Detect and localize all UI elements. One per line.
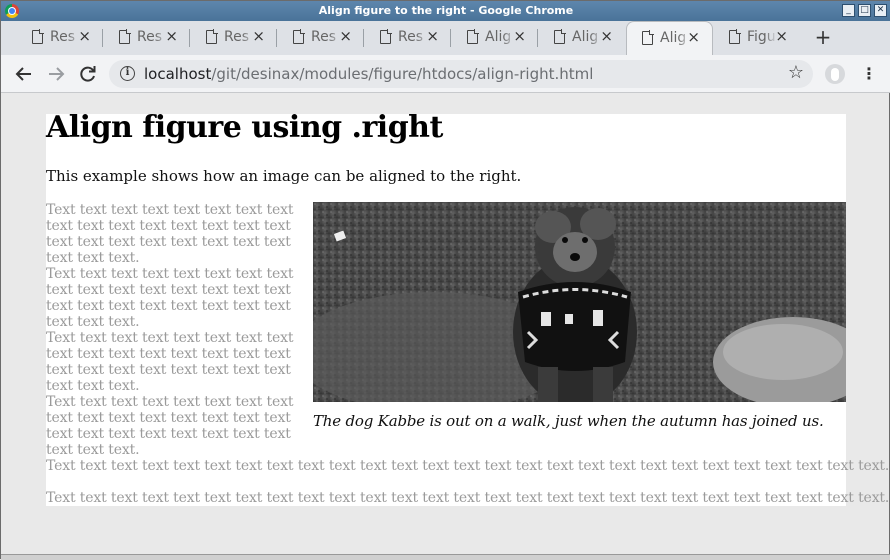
star-icon[interactable]: ☆ [788, 62, 804, 83]
close-tab-icon[interactable]: × [426, 27, 439, 45]
page-icon [293, 29, 305, 44]
window-bottom-edge [1, 554, 890, 560]
tab-2[interactable]: Res × [104, 21, 190, 55]
tab-4[interactable]: Res × [278, 21, 364, 55]
arrow-right-icon [49, 67, 65, 81]
arrow-left-icon [15, 67, 31, 81]
kebab-menu-icon[interactable]: ⋮ [861, 63, 877, 85]
page-content: Align figure using .right This example s… [46, 110, 890, 506]
window-title: Align figure to the right - Google Chrom… [318, 4, 574, 17]
filler-paragraph: Text text text text text text text text … [46, 330, 294, 394]
site-info-icon[interactable]: i [120, 66, 135, 81]
maximize-button[interactable]: □ [858, 4, 871, 17]
close-tab-icon[interactable]: × [513, 27, 526, 45]
tab-separator [189, 29, 190, 47]
filler-paragraph: Text text text text text text text text … [46, 458, 890, 474]
close-tab-icon[interactable]: × [687, 28, 700, 46]
tab-separator [537, 29, 538, 47]
browser-window: Align figure to the right - Google Chrom… [0, 0, 890, 560]
close-tab-icon[interactable]: × [339, 27, 352, 45]
new-tab-button[interactable]: + [813, 26, 833, 48]
close-window-button[interactable]: ✕ [874, 4, 887, 17]
page-icon [380, 29, 392, 44]
minimize-button[interactable]: _ [842, 4, 855, 17]
tab-1[interactable]: Res × [17, 21, 103, 55]
close-tab-icon[interactable]: × [252, 27, 265, 45]
page-viewport: Align figure using .right This example s… [2, 94, 889, 554]
close-tab-icon[interactable]: × [78, 27, 91, 45]
tab-separator [450, 29, 451, 47]
profile-avatar-icon[interactable] [825, 64, 845, 84]
tab-label: Alig [660, 30, 687, 46]
close-tab-icon[interactable]: × [600, 27, 613, 45]
url-text[interactable]: localhost/git/desinax/modules/figure/htd… [144, 65, 593, 83]
address-bar[interactable]: i localhost/git/desinax/modules/figure/h… [109, 60, 813, 88]
page-icon [119, 29, 131, 44]
figure-caption: The dog Kabbe is out on a walk, just whe… [313, 412, 824, 430]
tab-label: Figu [747, 29, 776, 45]
tab-3[interactable]: Res × [191, 21, 277, 55]
figure-right: The dog Kabbe is out on a walk, just whe… [313, 202, 846, 430]
page-icon [642, 30, 654, 45]
tab-label: Res [311, 29, 337, 45]
tab-label: Res [398, 29, 424, 45]
url-path: /git/desinax/modules/figure/htdocs/align… [211, 65, 594, 83]
reload-icon [80, 66, 96, 82]
page-icon [32, 29, 44, 44]
page-icon [206, 29, 218, 44]
tab-strip: Res × Res × Res × Res × Res × Alig × Ali… [1, 21, 890, 55]
filler-paragraph: Text text text text text text text text … [46, 490, 890, 506]
tab-label: Alig [572, 29, 599, 45]
tab-6[interactable]: Alig × [452, 21, 538, 55]
forward-button[interactable] [45, 63, 67, 85]
tab-separator [276, 29, 277, 47]
tab-separator [102, 29, 103, 47]
intro-text: This example shows how an image can be a… [46, 167, 522, 185]
tab-8-active[interactable]: Alig × [626, 21, 713, 55]
page-title: Align figure using .right [46, 110, 443, 145]
tab-9[interactable]: Figu × [714, 21, 800, 55]
dog-photo [313, 202, 846, 402]
page-icon [729, 29, 741, 44]
browser-toolbar: i localhost/git/desinax/modules/figure/h… [1, 55, 890, 93]
tab-label: Res [137, 29, 163, 45]
tab-label: Alig [485, 29, 512, 45]
title-bar[interactable]: Align figure to the right - Google Chrom… [1, 1, 890, 21]
reload-button[interactable] [77, 63, 99, 85]
filler-paragraph: Text text text text text text text text … [46, 202, 294, 266]
tab-7[interactable]: Alig × [539, 21, 625, 55]
filler-paragraph: Text text text text text text text text … [46, 266, 294, 330]
tab-5[interactable]: Res × [365, 21, 451, 55]
close-tab-icon[interactable]: × [165, 27, 178, 45]
tab-separator [363, 29, 364, 47]
tab-label: Res [224, 29, 250, 45]
close-tab-icon[interactable]: × [775, 27, 788, 45]
page-icon [467, 29, 479, 44]
page-icon [554, 29, 566, 44]
back-button[interactable] [13, 63, 35, 85]
url-host: localhost [144, 65, 212, 83]
filler-paragraph: Text text text text text text text text … [46, 394, 294, 458]
tab-label: Res [50, 29, 76, 45]
